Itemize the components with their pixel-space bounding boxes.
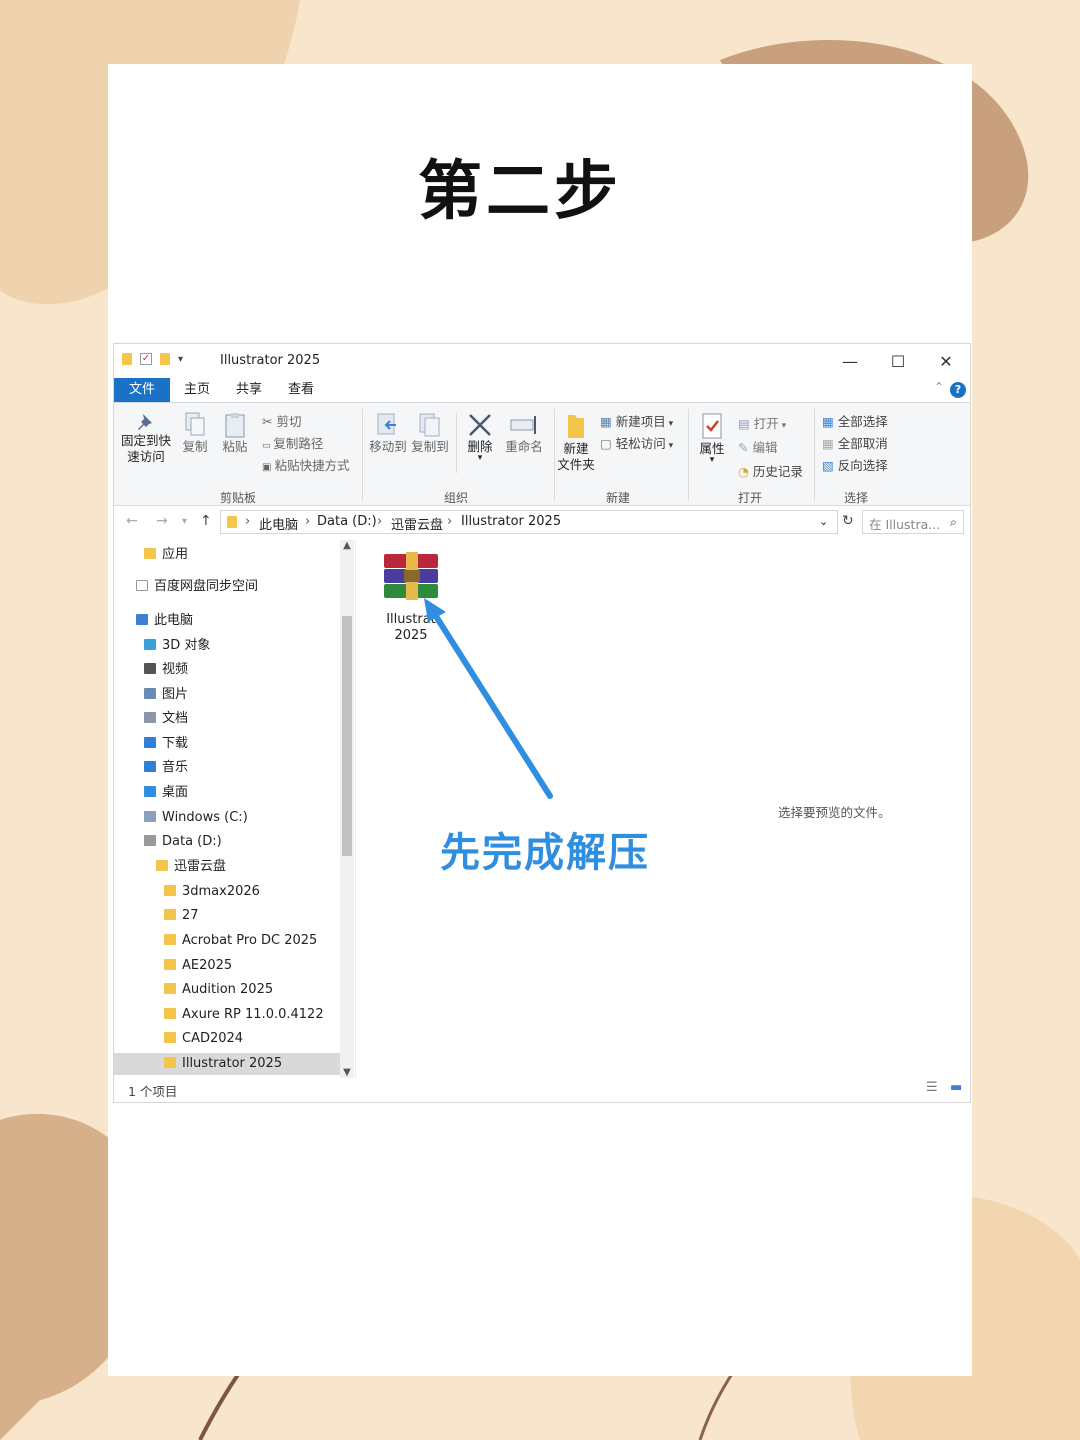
annotation-arrow	[424, 598, 553, 799]
annotation-text: 先完成解压	[440, 830, 650, 876]
